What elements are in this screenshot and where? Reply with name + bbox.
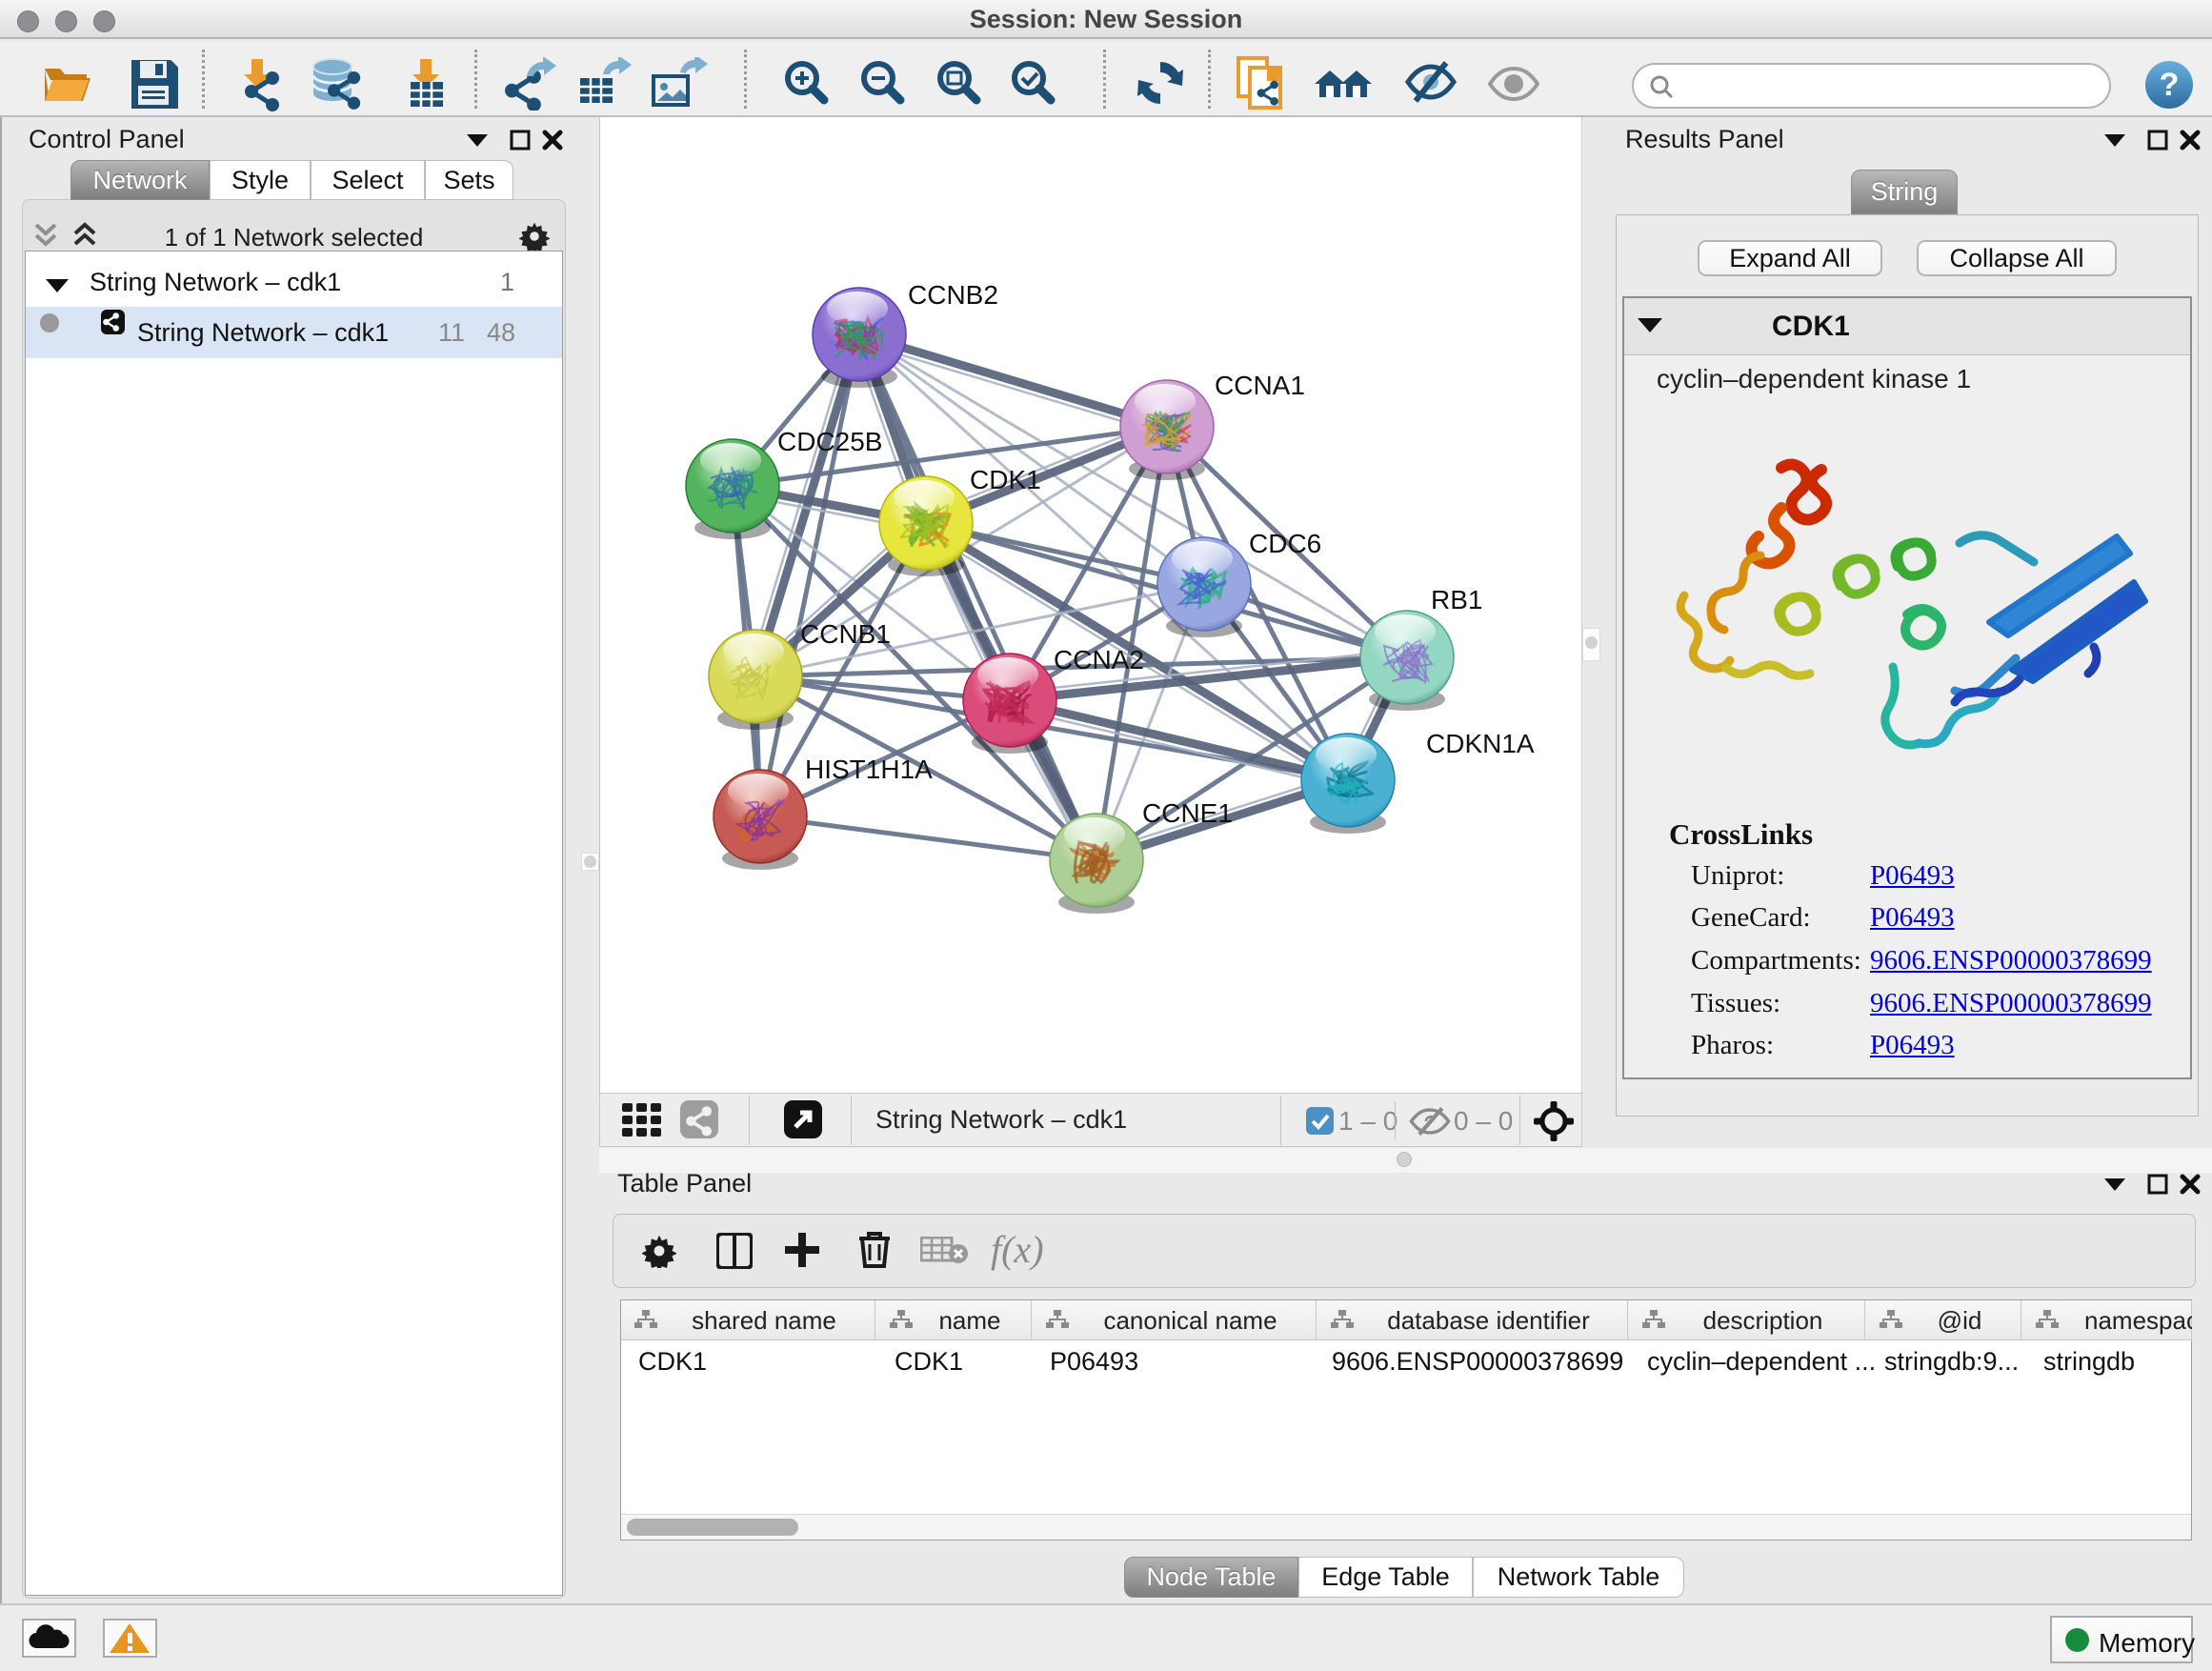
svg-text:CDC6: CDC6 bbox=[1249, 529, 1321, 558]
svg-text:CDK1: CDK1 bbox=[970, 465, 1041, 494]
svg-text:CDKN1A: CDKN1A bbox=[1426, 729, 1535, 758]
svg-text:CCNB1: CCNB1 bbox=[800, 619, 891, 649]
svg-text:CDC25B: CDC25B bbox=[777, 427, 882, 456]
svg-text:RB1: RB1 bbox=[1431, 585, 1482, 614]
svg-text:CCNE1: CCNE1 bbox=[1142, 798, 1233, 828]
svg-text:CCNA2: CCNA2 bbox=[1054, 645, 1144, 674]
svg-text:CCNA1: CCNA1 bbox=[1215, 371, 1305, 400]
svg-text:CCNB2: CCNB2 bbox=[908, 280, 998, 310]
svg-text:HIST1H1A: HIST1H1A bbox=[805, 755, 933, 784]
